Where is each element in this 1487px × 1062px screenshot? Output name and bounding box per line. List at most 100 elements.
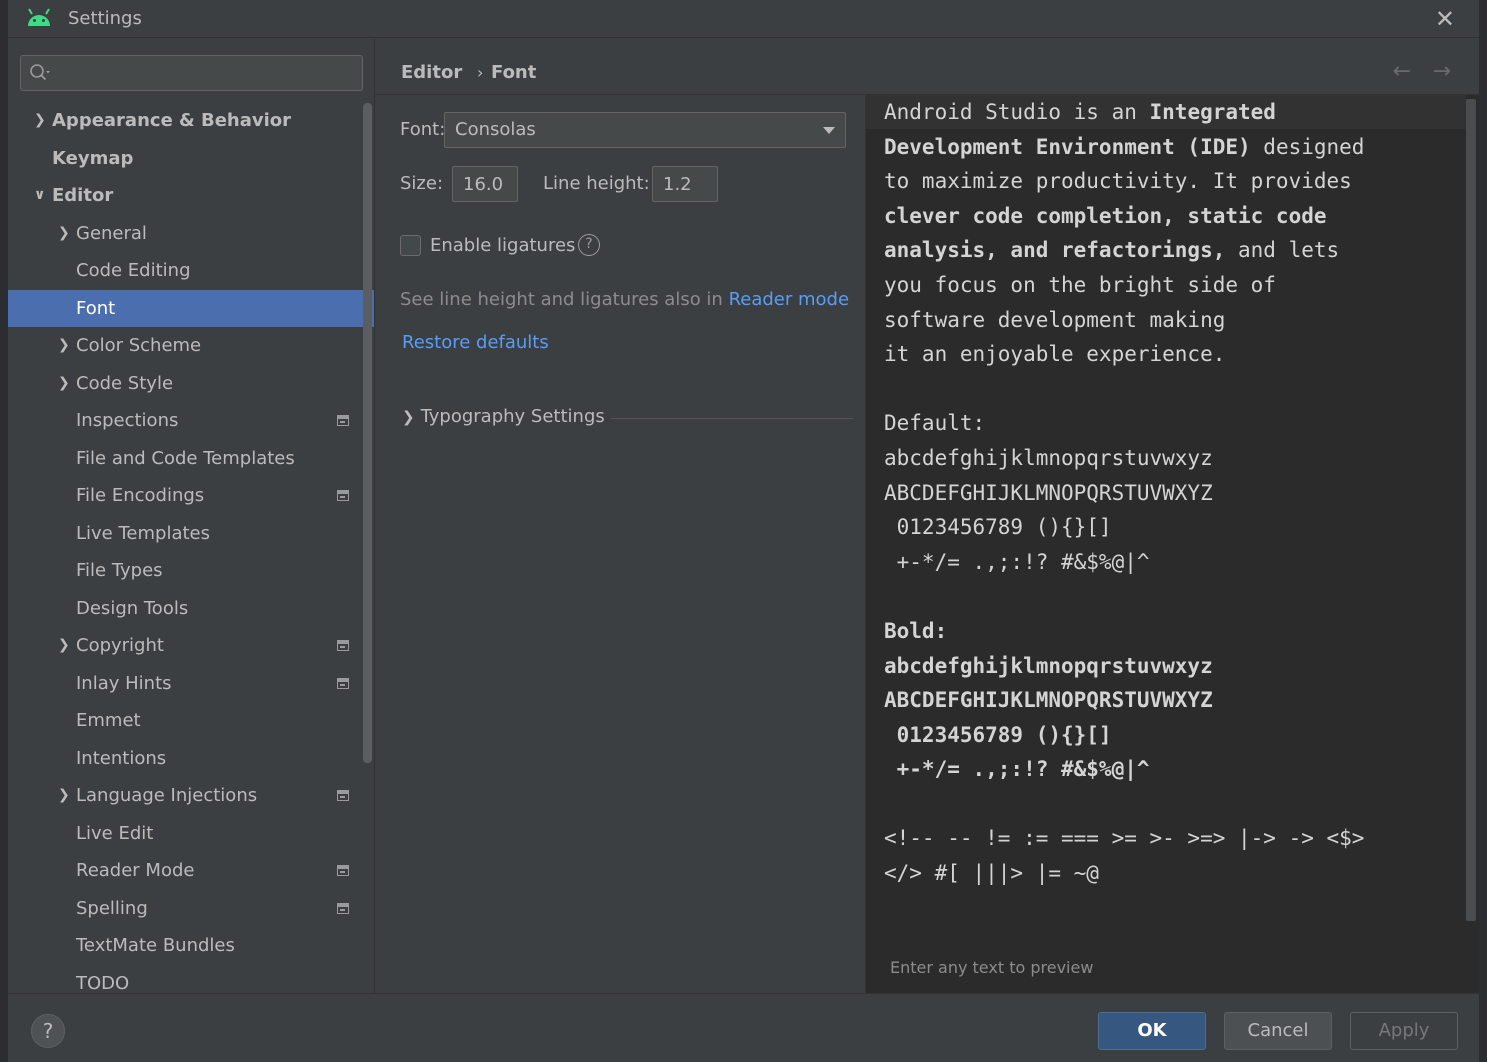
preview-segment: and lets [1225, 238, 1340, 263]
apply-button[interactable]: Apply [1350, 1012, 1458, 1050]
settings-search[interactable] [20, 55, 363, 91]
preview-segment: to maximize productivity. It provides [884, 169, 1352, 194]
preview-segment: +-*/= .,;:!? #&$%@|^ [884, 549, 1150, 574]
search-input[interactable] [57, 60, 357, 86]
sidebar-item-reader-mode[interactable]: Reader Mode [8, 852, 375, 890]
font-dropdown-value: Consolas [455, 119, 536, 140]
preview-line: abcdefghijklmnopqrstuvwxyz [884, 649, 1464, 684]
dialog-footer: ? OK Cancel Apply [8, 993, 1479, 1062]
sidebar-item-label: Appearance & Behavior [52, 110, 292, 131]
chevron-right-icon[interactable]: ❯ [58, 777, 72, 815]
help-icon[interactable]: ? [578, 234, 600, 256]
preview-segment: <!-- -- != := === >= >- >=> |-> -> <$> [884, 826, 1365, 851]
preview-segment: 0123456789 (){}[] [884, 515, 1112, 540]
preview-line: clever code completion, static code [884, 199, 1464, 234]
title-bar: Settings ✕ [8, 0, 1479, 38]
preview-segment: software development making [884, 307, 1226, 332]
sidebar-item-font[interactable]: Font [8, 289, 375, 327]
sidebar-item-file-and-code-templates[interactable]: File and Code Templates [8, 440, 375, 478]
preview-segment: Development Environment (IDE) [884, 134, 1251, 159]
ligatures-checkbox[interactable] [400, 235, 421, 256]
preview-line: Bold: [884, 614, 1464, 649]
preview-line: +-*/= .,;:!? #&$%@|^ [884, 545, 1464, 580]
preview-line: software development making [884, 303, 1464, 338]
sidebar-item-emmet[interactable]: Emmet [8, 702, 375, 740]
sidebar-item-inspections[interactable]: Inspections [8, 402, 375, 440]
desktop-edge-left [0, 0, 8, 1062]
line-height-field[interactable] [652, 166, 718, 202]
sidebar-item-live-edit[interactable]: Live Edit [8, 815, 375, 853]
font-preview[interactable]: Android Studio is an Integrated Developme… [865, 95, 1479, 993]
sidebar-scrollbar[interactable] [363, 103, 372, 763]
sidebar-item-label: Live Edit [76, 822, 154, 844]
sidebar-item-textmate-bundles[interactable]: TextMate Bundles [8, 927, 375, 965]
sidebar-item-spelling[interactable]: Spelling [8, 890, 375, 928]
project-level-icon [337, 415, 349, 426]
project-level-icon [337, 865, 349, 876]
sidebar-item-code-editing[interactable]: Code Editing [8, 252, 375, 290]
sidebar-item-copyright[interactable]: ❯ Copyright [8, 627, 375, 665]
restore-defaults-link[interactable]: Restore defaults [402, 332, 549, 353]
sidebar-item-inlay-hints[interactable]: Inlay Hints [8, 665, 375, 703]
close-icon[interactable]: ✕ [1435, 5, 1455, 33]
chevron-right-icon[interactable]: ❯ [58, 627, 72, 665]
desktop-edge-right [1479, 0, 1487, 1062]
chevron-down-icon[interactable]: ∨ [34, 177, 48, 215]
preview-scrollbar[interactable] [1466, 99, 1476, 921]
reader-mode-link[interactable]: Reader mode [729, 289, 849, 310]
forward-arrow-icon[interactable]: → [1433, 59, 1451, 84]
sidebar-item-appearance-behavior[interactable]: ❯ Appearance & Behavior [8, 102, 375, 140]
sidebar-item-intentions[interactable]: Intentions [8, 740, 375, 778]
preview-text-area[interactable]: Android Studio is an Integrated Developme… [884, 95, 1464, 891]
size-field[interactable] [452, 166, 518, 202]
sidebar-item-todo[interactable]: TODO [8, 965, 375, 994]
project-level-icon [337, 902, 349, 914]
help-button[interactable]: ? [31, 1014, 65, 1048]
preview-segment: clever code completion, static code [884, 203, 1327, 228]
sidebar-item-editor[interactable]: ∨ Editor [8, 177, 375, 215]
project-level-icon [337, 677, 349, 689]
preview-line: 0123456789 (){}[] [884, 510, 1464, 545]
ligatures-label[interactable]: Enable ligatures [430, 235, 575, 256]
sidebar-item-design-tools[interactable]: Design Tools [8, 590, 375, 628]
size-input[interactable] [453, 167, 517, 201]
preview-segment: it an enjoyable experience. [884, 342, 1226, 367]
sidebar-item-general[interactable]: ❯ General [8, 215, 375, 253]
sidebar-item-language-injections[interactable]: ❯ Language Injections [8, 777, 375, 815]
sidebar-item-file-encodings[interactable]: File Encodings [8, 477, 375, 515]
preview-segment: abcdefghijklmnopqrstuvwxyz [884, 445, 1213, 470]
preview-line: to maximize productivity. It provides [884, 164, 1464, 199]
sidebar-item-code-style[interactable]: ❯ Code Style [8, 365, 375, 403]
back-arrow-icon[interactable]: ← [1393, 59, 1411, 84]
preview-segment: you focus on the bright side of [884, 272, 1276, 297]
chevron-right-icon[interactable]: ❯ [58, 365, 72, 403]
cancel-button[interactable]: Cancel [1224, 1012, 1332, 1050]
project-level-icon [337, 790, 349, 801]
preview-segment: abcdefghijklmnopqrstuvwxyz [884, 653, 1213, 678]
sidebar-item-file-types[interactable]: File Types [8, 552, 375, 590]
breadcrumb-editor[interactable]: Editor [401, 62, 462, 83]
ok-button[interactable]: OK [1098, 1012, 1206, 1050]
sidebar-item-label: Live Templates [76, 522, 210, 544]
line-height-input[interactable] [653, 167, 717, 201]
font-dropdown[interactable]: Consolas [444, 112, 846, 148]
sidebar-item-label: File Types [76, 560, 163, 581]
preview-segment: Default: [884, 411, 986, 436]
sidebar-item-label: Reader Mode [76, 860, 195, 881]
sidebar-item-keymap[interactable]: Keymap [8, 140, 375, 178]
sidebar-item-live-templates[interactable]: Live Templates [8, 515, 375, 553]
font-settings-panel: Font: Consolas Size: Line height: Enable… [375, 95, 865, 993]
chevron-right-icon[interactable]: ❯ [58, 215, 72, 253]
line-height-label: Line height: [543, 173, 650, 194]
preview-segment: designed [1250, 134, 1365, 159]
search-icon [30, 64, 50, 81]
hint-text: See line height and ligatures also in [400, 289, 729, 310]
chevron-right-icon[interactable]: ❯ [34, 102, 48, 140]
font-label: Font: [400, 119, 446, 140]
sidebar-item-label: Copyright [76, 635, 164, 656]
chevron-right-icon[interactable]: ❯ [58, 327, 72, 365]
typography-label: Typography Settings [420, 406, 605, 427]
sidebar-item-color-scheme[interactable]: ❯ Color Scheme [8, 327, 375, 365]
preview-line: Android Studio is an Integrated [884, 95, 1464, 130]
typography-settings-toggle[interactable]: ❯ Typography Settings [402, 406, 605, 427]
